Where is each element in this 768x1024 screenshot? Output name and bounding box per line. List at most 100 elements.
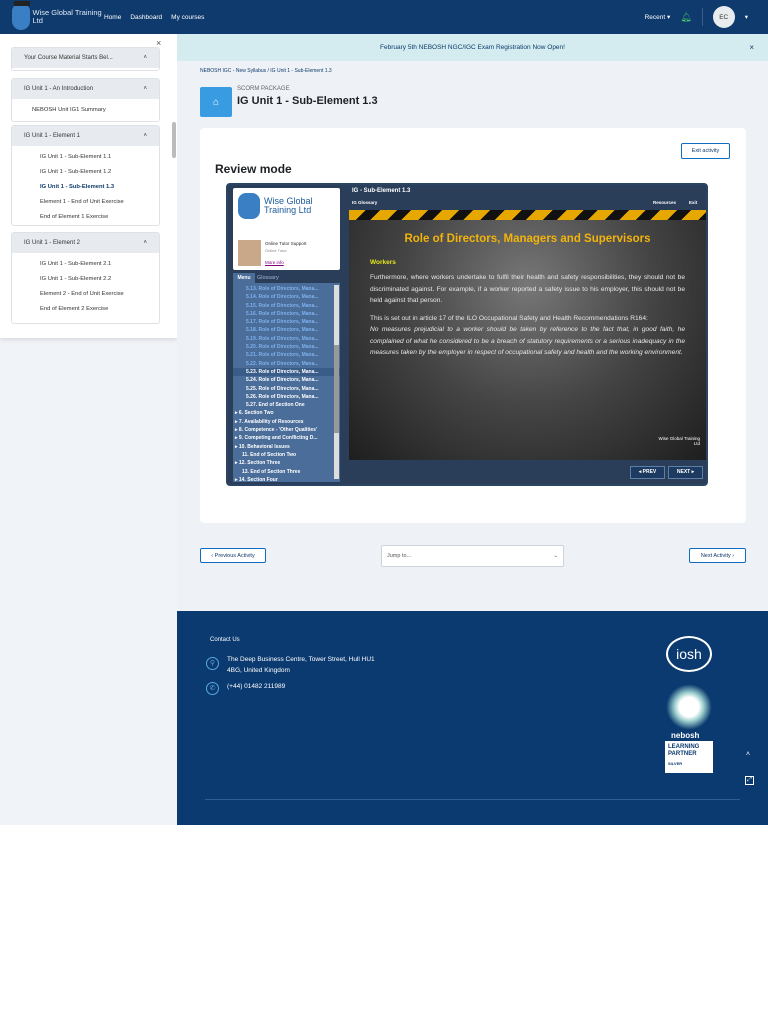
previous-activity-button[interactable]: ‹ Previous Activity [200,548,266,563]
menu-item[interactable]: 5.18. Role of Directors, Mana... [233,326,340,334]
resources-link[interactable]: Resources [653,200,676,205]
menu-item[interactable]: 13. End of Section Three [233,468,340,476]
course-item[interactable]: Element 2 - End of Unit Exercise [12,287,159,302]
section-header[interactable]: IG Unit 1 - An Introduction ˄ [12,79,159,99]
phone-icon: ✆ [206,682,219,695]
jump-to-select[interactable]: Jump to... ⌄ [381,545,564,567]
review-mode-heading: Review mode [215,162,292,176]
chevron-up-icon: ˄ [143,240,147,246]
activity-card: Exit activity Review mode IG - Sub-Eleme… [200,128,746,523]
menu-item[interactable]: 5.20. Role of Directors, Mana... [233,343,340,351]
menu-item[interactable]: ▸ 7. Availability of Resources [233,418,340,426]
menu-item[interactable]: 5.19. Role of Directors, Mana... [233,335,340,343]
quote: No measures prejudicial to a worker shou… [370,326,685,356]
menu-item[interactable]: 5.21. Role of Directors, Mana... [233,351,340,359]
scroll-to-top-icon[interactable]: ˄ [746,751,750,758]
section-header[interactable]: IG Unit 1 - Element 2 ˄ [12,233,159,253]
tab-glossary[interactable]: Glossary [257,273,279,283]
glossary-link[interactable]: IG Glossary [352,200,377,205]
owl-logo-icon [238,193,260,219]
menu-item[interactable]: 5.15. Role of Directors, Mana... [233,302,340,310]
menu-item[interactable]: ▸ 12. Section Three [233,459,340,467]
close-icon[interactable]: × [749,43,754,52]
paragraph: This is set out in article 17 of the ILO… [370,314,648,322]
menu-item[interactable]: 11. End of Section Two [233,451,340,459]
learning-partner-badge: LEARNING PARTNER SILVER [665,741,713,773]
brand-logo[interactable]: Wise Global Training Ltd [12,1,104,30]
course-item[interactable]: IG Unit 1 - Sub-Element 1.1 [12,150,159,165]
course-item[interactable]: IG Unit 1 - Sub-Element 1.2 [12,165,159,180]
contact-heading: Contact Us [210,637,240,643]
nav-home[interactable]: Home [104,14,121,21]
chevron-down-icon[interactable]: ▾ [745,13,748,21]
menu-item[interactable]: 5.17. Role of Directors, Mana... [233,318,340,326]
phone-number[interactable]: (+44) 01482 211989 [227,683,285,690]
footer: Contact Us ⚲ The Deep Business Centre, T… [177,611,768,825]
menu-item[interactable]: 5.13. Role of Directors, Mana... [233,285,340,293]
menu-item[interactable]: 5.26. Role of Directors, Mana... [233,393,340,401]
fullscreen-icon[interactable]: ⤢ [745,776,754,785]
nav-dashboard[interactable]: Dashboard [130,14,162,21]
paragraph: Furthermore, where workers undertake to … [370,274,685,304]
nav-my-courses[interactable]: My courses [171,14,204,21]
tutor-photo [238,240,261,266]
section: Your Course Material Starts Bel... ˄ [11,47,160,71]
menu-scrollbar[interactable] [334,285,339,479]
chevron-up-icon: ˄ [143,55,147,61]
menu-item[interactable]: ▸ 10. Behavioral Issues [233,443,340,451]
page-title: IG Unit 1 - Sub-Element 1.3 [237,95,378,107]
chevron-up-icon: ˄ [143,86,147,92]
recent-dropdown[interactable]: Recent ▾ [645,13,671,21]
prev-button[interactable]: ◂ PREV [630,466,665,479]
menu-item[interactable]: 5.25. Role of Directors, Mana... [233,385,340,393]
exit-link[interactable]: Exit [689,200,697,205]
tab-menu[interactable]: Menu [233,273,255,283]
course-item[interactable]: IG Unit 1 - Sub-Element 2.2 [12,272,159,287]
course-item[interactable]: Element 1 - End of Unit Exercise [12,195,159,210]
course-item[interactable]: End of Element 2 Exercise [12,302,159,317]
footer-divider [205,799,740,800]
menu-item[interactable]: ▸ 6. Section Two [233,409,340,417]
section: IG Unit 1 - An Introduction ˄ NEBOSH Unit… [11,78,160,122]
course-item[interactable]: End of Element 1 Exercise [12,210,159,225]
sidebar-scrollbar[interactable] [172,122,176,158]
user-avatar[interactable]: EC [712,6,735,28]
breadcrumb[interactable]: NEBOSH IGC - New Syllabus / IG Unit 1 - … [200,68,332,74]
menu-item[interactable]: 5.22. Role of Directors, Mana... [233,360,340,368]
section-header[interactable]: IG Unit 1 - Element 1 ˄ [12,126,159,146]
menu-item[interactable]: 5.27. End of Section One [233,401,340,409]
next-activity-button[interactable]: Next Activity › [689,548,746,563]
nebosh-logo [666,684,712,730]
menu-item[interactable]: 5.23. Role of Directors, Mana... [233,367,340,377]
scorm-icon: ⌂ [200,87,232,117]
course-item[interactable]: IG Unit 1 - Sub-Element 2.1 [12,257,159,272]
tutor-panel: Wise Global Training Ltd Online Tutor Su… [233,188,340,270]
course-item-current[interactable]: IG Unit 1 - Sub-Element 1.3 [12,180,159,195]
menu-item[interactable]: ▸ 14. Section Four [233,476,340,482]
divider [701,8,703,26]
course-index-drawer: × Your Course Material Starts Bel... ˄ IG… [0,34,177,825]
navbar: Wise Global Training Ltd Home Dashboard … [0,0,768,34]
menu-item[interactable]: 5.14. Role of Directors, Mana... [233,293,340,301]
bell-icon[interactable]: 🔔︎ [680,12,691,23]
next-button[interactable]: NEXT ▸ [668,466,703,479]
main-region: February 5th NEBOSH NGC/IGC Exam Registr… [177,34,768,611]
menu-list: 5.13. Role of Directors, Mana... 5.14. Ro… [233,283,340,482]
brand-logo: Wise Global Training Ltd [238,193,324,219]
tutor-name: Online Tutor Support [265,241,307,246]
location-icon: ⚲ [206,657,219,670]
hazard-stripe [349,210,706,220]
exit-activity-button[interactable]: Exit activity [681,143,730,159]
chevron-up-icon: ˄ [143,133,147,139]
menu-item[interactable]: ▸ 9. Competing and Conflicting D... [233,434,340,442]
section-header[interactable]: Your Course Material Starts Bel... ˄ [12,48,159,68]
address: The Deep Business Centre, Tower Street, … [227,656,375,674]
iosh-logo: iosh [666,636,712,672]
course-item[interactable]: NEBOSH Unit IG1 Summary [12,99,159,121]
menu-item[interactable]: 5.24. Role of Directors, Mana... [233,376,340,384]
chevron-down-icon: ⌄ [553,553,558,559]
menu-item[interactable]: ▸ 8. Competence - 'Other Qualities' [233,426,340,434]
more-info-link[interactable]: More info [265,260,284,265]
slide-subheading: Workers [370,259,396,266]
menu-item[interactable]: 5.16. Role of Directors, Mana... [233,310,340,318]
